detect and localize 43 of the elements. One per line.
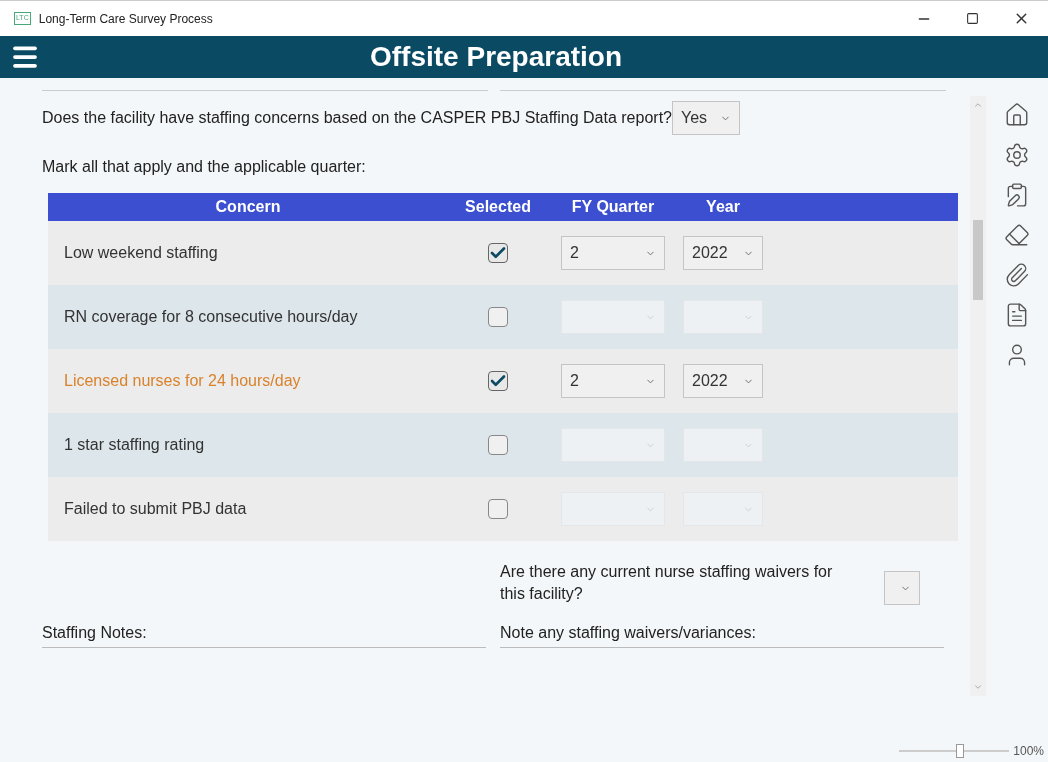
concern-label: Failed to submit PBJ data (63, 499, 248, 519)
instruction-text: Mark all that apply and the applicable quarter: (42, 157, 367, 177)
scroll-down-icon[interactable] (973, 682, 983, 692)
dropdown[interactable]: Yes (672, 101, 740, 135)
checkbox[interactable] (488, 243, 508, 263)
zoom-slider[interactable] (899, 744, 1010, 758)
dropdown[interactable]: 2 (561, 364, 665, 398)
notes-field[interactable]: Note any staffing waivers/variances: (500, 621, 944, 648)
table-row[interactable]: Failed to submit PBJ data (48, 477, 958, 541)
scroll-thumb[interactable] (973, 220, 983, 300)
table-row[interactable]: 1 star staffing rating (48, 413, 958, 477)
column-header: FY Quarter (570, 197, 656, 217)
slider-thumb[interactable] (955, 744, 964, 758)
eraser-icon[interactable] (1004, 222, 1030, 248)
table-row[interactable]: RN coverage for 8 consecutive hours/day (48, 285, 958, 349)
dropdown[interactable]: 2022 (683, 364, 763, 398)
home-icon[interactable] (1004, 102, 1030, 128)
dropdown[interactable]: 2 (561, 236, 665, 270)
column-header: Concern (214, 197, 282, 217)
checkbox[interactable] (488, 307, 508, 327)
table-row[interactable]: Low weekend staffing 2 2022 (48, 221, 958, 285)
checkbox[interactable] (488, 435, 508, 455)
waiver-question: Are there any current nurse staffing waivers for this facility? (500, 562, 834, 604)
scrollbar[interactable] (970, 96, 986, 696)
page-title: Offsite Preparation (370, 40, 623, 74)
column-header: Selected (464, 197, 532, 217)
maximize-icon[interactable] (966, 12, 979, 25)
concern-label: RN coverage for 8 consecutive hours/day (63, 307, 359, 327)
column-header: Year (705, 197, 741, 217)
zoom-reading: 100% (1013, 743, 1044, 760)
scroll-up-icon[interactable] (973, 100, 983, 110)
checkbox[interactable] (488, 499, 508, 519)
notes-field[interactable]: Staffing Notes: (42, 621, 486, 648)
concern-label: Low weekend staffing (63, 243, 219, 263)
table-row[interactable]: Licensed nurses for 24 hours/day 2 2022 (48, 349, 958, 413)
dropdown[interactable]: 2022 (683, 236, 763, 270)
window-title: Long-Term Care Survey Process (38, 10, 213, 28)
settings-icon[interactable] (1004, 142, 1030, 168)
checkbox[interactable] (488, 371, 508, 391)
paperclip-icon[interactable] (1004, 262, 1030, 288)
concern-label: 1 star staffing rating (63, 435, 206, 455)
staffing-question: Does the facility have staffing concerns based on the CASPER PBJ Staffing Data report? (42, 108, 672, 128)
concern-label: Licensed nurses for 24 hours/day (63, 371, 302, 391)
